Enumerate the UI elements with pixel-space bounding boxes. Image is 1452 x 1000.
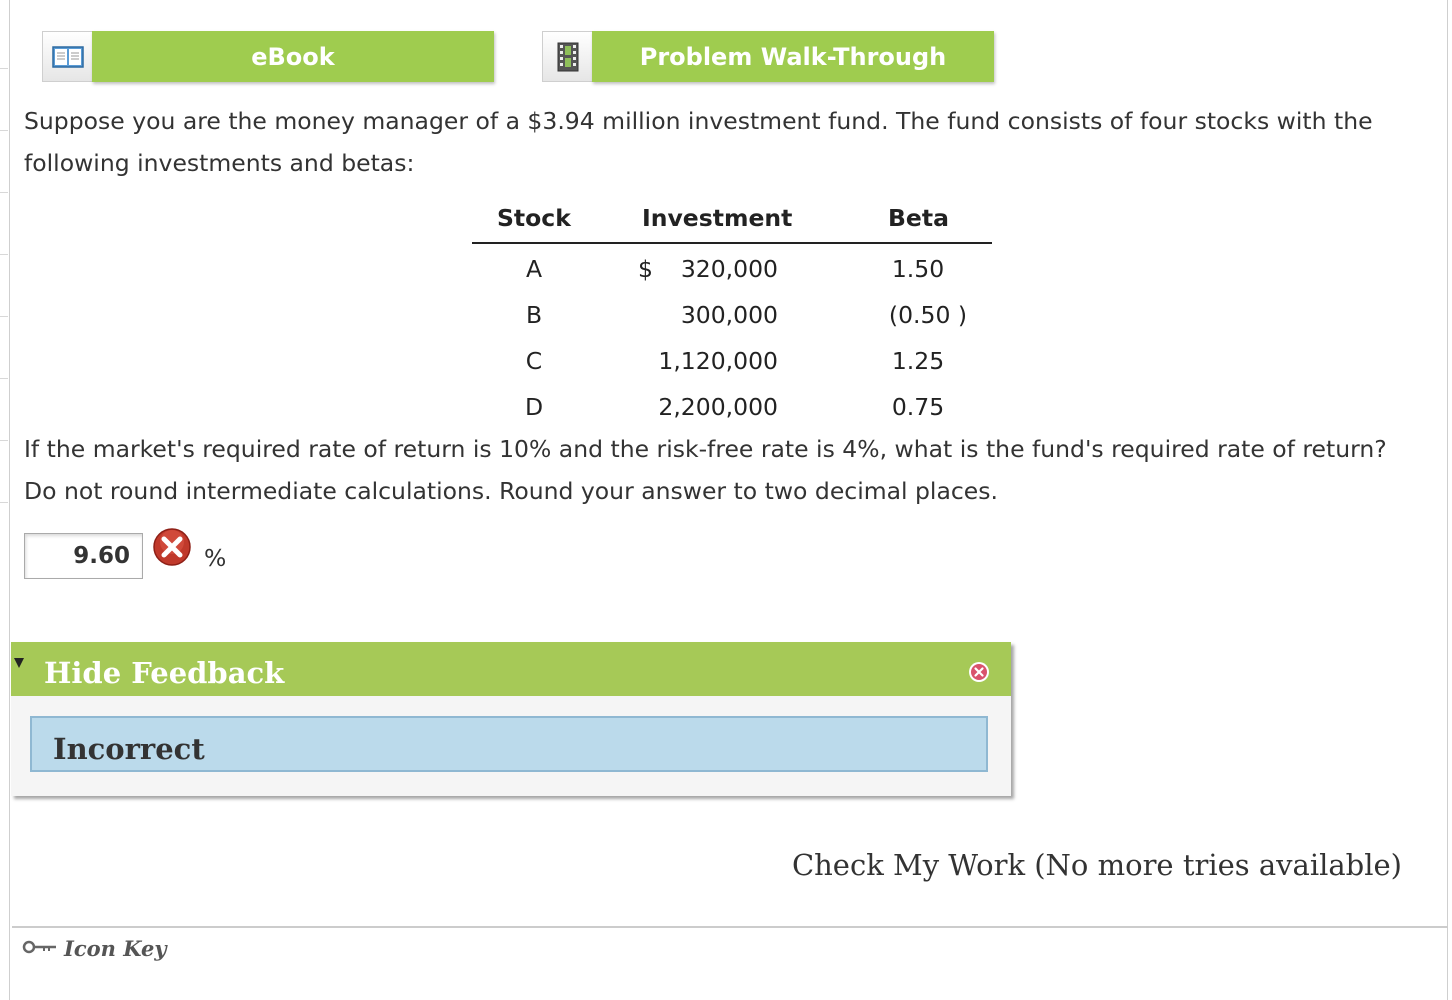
table-row: C 1,120,000 1.25 <box>472 336 992 382</box>
question-prompt: If the market's required rate of return … <box>24 435 1387 505</box>
beta-cell: (0.50 ) <box>888 301 968 329</box>
table-row: B 300,000 (0.50 ) <box>472 290 992 336</box>
investment-cell: 2,200,000 <box>658 393 778 421</box>
icon-key-link[interactable]: Icon Key <box>22 936 167 961</box>
stock-cell: B <box>525 301 543 329</box>
stock-table: Stock Investment Beta A $ 320,000 1.50 B… <box>472 196 992 428</box>
left-border <box>9 0 10 1000</box>
beta-cell: 0.75 <box>891 393 945 421</box>
incorrect-icon <box>152 527 192 567</box>
percent-unit: % <box>204 544 227 572</box>
footer-divider <box>12 926 1448 928</box>
margin-tick <box>0 192 8 193</box>
header-investment: Investment <box>642 204 793 232</box>
margin-tick <box>0 502 8 503</box>
icon-key-label: Icon Key <box>64 936 167 961</box>
beta-cell: 1.25 <box>891 347 945 375</box>
close-icon[interactable] <box>968 661 990 683</box>
table-row: A $ 320,000 1.50 <box>472 244 992 290</box>
header-beta: Beta <box>888 204 949 232</box>
walkthrough-button[interactable]: Problem Walk-Through <box>542 31 994 82</box>
feedback-toggle-label: Hide Feedback <box>44 656 285 690</box>
stock-cell: D <box>524 393 544 421</box>
feedback-status: Incorrect <box>53 732 205 766</box>
table-header: Stock Investment Beta <box>472 196 992 244</box>
margin-tick <box>0 440 8 441</box>
margin-tick <box>0 316 8 317</box>
beta-cell: 1.50 <box>891 255 945 283</box>
key-icon <box>22 939 58 959</box>
film-icon <box>542 31 592 82</box>
margin-tick <box>0 68 8 69</box>
stock-cell: A <box>525 255 543 283</box>
margin-tick <box>0 254 8 255</box>
answer-input[interactable] <box>24 533 143 579</box>
feedback-panel: Hide Feedback Incorrect <box>11 642 1011 796</box>
stock-cell: C <box>525 347 543 375</box>
ebook-button-label: eBook <box>92 31 494 82</box>
header-stock: Stock <box>497 204 571 232</box>
investment-cell: 300,000 <box>680 301 778 329</box>
investment-cell: 1,120,000 <box>658 347 778 375</box>
book-icon <box>42 31 92 82</box>
check-my-work-button[interactable]: Check My Work (No more tries available) <box>792 848 1402 882</box>
ebook-button[interactable]: eBook <box>42 31 494 82</box>
walkthrough-button-label: Problem Walk-Through <box>592 31 994 82</box>
table-row: D 2,200,000 0.75 <box>472 382 992 428</box>
investment-cell: 320,000 <box>680 255 778 283</box>
feedback-body: Incorrect <box>30 716 988 772</box>
collapse-triangle-icon <box>14 658 24 668</box>
right-border <box>1447 0 1448 1000</box>
margin-tick <box>0 130 8 131</box>
question-intro: Suppose you are the money manager of a $… <box>24 107 1373 177</box>
margin-tick <box>0 378 8 379</box>
hide-feedback-toggle[interactable]: Hide Feedback <box>11 642 1011 696</box>
